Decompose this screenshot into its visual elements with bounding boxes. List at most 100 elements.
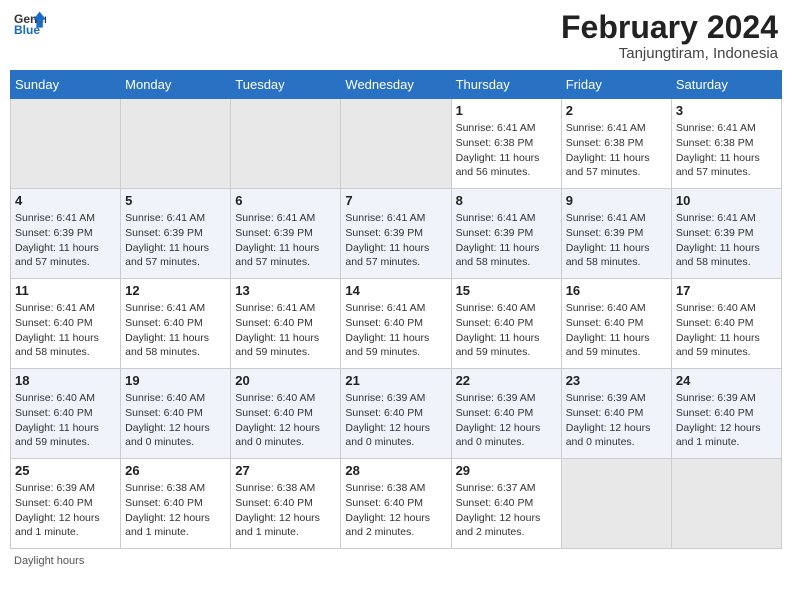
location-subtitle: Tanjungtiram, Indonesia xyxy=(561,45,778,62)
calendar-cell: 19 Sunrise: 6:40 AMSunset: 6:40 PMDaylig… xyxy=(121,369,231,459)
calendar-cell: 8 Sunrise: 6:41 AMSunset: 6:39 PMDayligh… xyxy=(451,189,561,279)
header-monday: Monday xyxy=(121,71,231,99)
day-number: 28 xyxy=(345,463,446,478)
calendar-cell: 21 Sunrise: 6:39 AMSunset: 6:40 PMDaylig… xyxy=(341,369,451,459)
svg-text:Blue: Blue xyxy=(14,23,40,37)
day-number: 2 xyxy=(566,103,667,118)
day-number: 8 xyxy=(456,193,557,208)
calendar-cell: 29 Sunrise: 6:37 AMSunset: 6:40 PMDaylig… xyxy=(451,459,561,549)
day-info: Sunrise: 6:39 AMSunset: 6:40 PMDaylight:… xyxy=(676,391,777,450)
calendar-cell: 17 Sunrise: 6:40 AMSunset: 6:40 PMDaylig… xyxy=(671,279,781,369)
day-number: 15 xyxy=(456,283,557,298)
day-number: 21 xyxy=(345,373,446,388)
day-number: 19 xyxy=(125,373,226,388)
day-number: 24 xyxy=(676,373,777,388)
header-sunday: Sunday xyxy=(11,71,121,99)
day-info: Sunrise: 6:40 AMSunset: 6:40 PMDaylight:… xyxy=(566,301,667,360)
day-number: 1 xyxy=(456,103,557,118)
calendar-cell: 11 Sunrise: 6:41 AMSunset: 6:40 PMDaylig… xyxy=(11,279,121,369)
calendar-cell: 13 Sunrise: 6:41 AMSunset: 6:40 PMDaylig… xyxy=(231,279,341,369)
day-number: 29 xyxy=(456,463,557,478)
day-info: Sunrise: 6:40 AMSunset: 6:40 PMDaylight:… xyxy=(235,391,336,450)
calendar-cell: 3 Sunrise: 6:41 AMSunset: 6:38 PMDayligh… xyxy=(671,99,781,189)
week-row-4: 18 Sunrise: 6:40 AMSunset: 6:40 PMDaylig… xyxy=(11,369,782,459)
header-tuesday: Tuesday xyxy=(231,71,341,99)
calendar-cell: 26 Sunrise: 6:38 AMSunset: 6:40 PMDaylig… xyxy=(121,459,231,549)
day-number: 13 xyxy=(235,283,336,298)
day-info: Sunrise: 6:39 AMSunset: 6:40 PMDaylight:… xyxy=(566,391,667,450)
day-number: 18 xyxy=(15,373,116,388)
calendar-cell: 27 Sunrise: 6:38 AMSunset: 6:40 PMDaylig… xyxy=(231,459,341,549)
calendar-cell: 10 Sunrise: 6:41 AMSunset: 6:39 PMDaylig… xyxy=(671,189,781,279)
day-info: Sunrise: 6:41 AMSunset: 6:39 PMDaylight:… xyxy=(125,211,226,270)
week-row-3: 11 Sunrise: 6:41 AMSunset: 6:40 PMDaylig… xyxy=(11,279,782,369)
calendar-cell: 2 Sunrise: 6:41 AMSunset: 6:38 PMDayligh… xyxy=(561,99,671,189)
day-headers-row: Sunday Monday Tuesday Wednesday Thursday… xyxy=(11,71,782,99)
header: General Blue February 2024 Tanjungtiram,… xyxy=(10,10,782,62)
calendar-cell xyxy=(671,459,781,549)
week-row-1: 1 Sunrise: 6:41 AMSunset: 6:38 PMDayligh… xyxy=(11,99,782,189)
day-number: 9 xyxy=(566,193,667,208)
logo: General Blue xyxy=(14,10,46,38)
day-info: Sunrise: 6:41 AMSunset: 6:38 PMDaylight:… xyxy=(676,121,777,180)
day-info: Sunrise: 6:41 AMSunset: 6:39 PMDaylight:… xyxy=(345,211,446,270)
calendar-table: Sunday Monday Tuesday Wednesday Thursday… xyxy=(10,70,782,549)
day-info: Sunrise: 6:38 AMSunset: 6:40 PMDaylight:… xyxy=(235,481,336,540)
day-info: Sunrise: 6:41 AMSunset: 6:39 PMDaylight:… xyxy=(676,211,777,270)
day-number: 27 xyxy=(235,463,336,478)
month-year-title: February 2024 xyxy=(561,10,778,45)
header-thursday: Thursday xyxy=(451,71,561,99)
header-saturday: Saturday xyxy=(671,71,781,99)
day-info: Sunrise: 6:41 AMSunset: 6:38 PMDaylight:… xyxy=(456,121,557,180)
day-info: Sunrise: 6:37 AMSunset: 6:40 PMDaylight:… xyxy=(456,481,557,540)
day-number: 10 xyxy=(676,193,777,208)
week-row-5: 25 Sunrise: 6:39 AMSunset: 6:40 PMDaylig… xyxy=(11,459,782,549)
title-area: February 2024 Tanjungtiram, Indonesia xyxy=(561,10,778,62)
week-row-2: 4 Sunrise: 6:41 AMSunset: 6:39 PMDayligh… xyxy=(11,189,782,279)
day-info: Sunrise: 6:41 AMSunset: 6:39 PMDaylight:… xyxy=(15,211,116,270)
day-info: Sunrise: 6:39 AMSunset: 6:40 PMDaylight:… xyxy=(345,391,446,450)
day-info: Sunrise: 6:41 AMSunset: 6:38 PMDaylight:… xyxy=(566,121,667,180)
day-number: 4 xyxy=(15,193,116,208)
day-number: 17 xyxy=(676,283,777,298)
day-info: Sunrise: 6:40 AMSunset: 6:40 PMDaylight:… xyxy=(125,391,226,450)
day-info: Sunrise: 6:41 AMSunset: 6:40 PMDaylight:… xyxy=(125,301,226,360)
day-number: 16 xyxy=(566,283,667,298)
day-info: Sunrise: 6:41 AMSunset: 6:39 PMDaylight:… xyxy=(235,211,336,270)
calendar-cell: 4 Sunrise: 6:41 AMSunset: 6:39 PMDayligh… xyxy=(11,189,121,279)
calendar-cell: 22 Sunrise: 6:39 AMSunset: 6:40 PMDaylig… xyxy=(451,369,561,459)
day-number: 6 xyxy=(235,193,336,208)
calendar-cell xyxy=(561,459,671,549)
calendar-cell: 15 Sunrise: 6:40 AMSunset: 6:40 PMDaylig… xyxy=(451,279,561,369)
day-number: 20 xyxy=(235,373,336,388)
calendar-cell: 14 Sunrise: 6:41 AMSunset: 6:40 PMDaylig… xyxy=(341,279,451,369)
calendar-cell: 25 Sunrise: 6:39 AMSunset: 6:40 PMDaylig… xyxy=(11,459,121,549)
day-number: 7 xyxy=(345,193,446,208)
day-number: 14 xyxy=(345,283,446,298)
calendar-cell: 1 Sunrise: 6:41 AMSunset: 6:38 PMDayligh… xyxy=(451,99,561,189)
day-number: 22 xyxy=(456,373,557,388)
calendar-cell: 18 Sunrise: 6:40 AMSunset: 6:40 PMDaylig… xyxy=(11,369,121,459)
calendar-cell: 12 Sunrise: 6:41 AMSunset: 6:40 PMDaylig… xyxy=(121,279,231,369)
calendar-cell: 9 Sunrise: 6:41 AMSunset: 6:39 PMDayligh… xyxy=(561,189,671,279)
calendar-cell: 6 Sunrise: 6:41 AMSunset: 6:39 PMDayligh… xyxy=(231,189,341,279)
calendar-cell xyxy=(231,99,341,189)
day-number: 12 xyxy=(125,283,226,298)
day-info: Sunrise: 6:39 AMSunset: 6:40 PMDaylight:… xyxy=(456,391,557,450)
header-friday: Friday xyxy=(561,71,671,99)
calendar-cell: 23 Sunrise: 6:39 AMSunset: 6:40 PMDaylig… xyxy=(561,369,671,459)
day-info: Sunrise: 6:41 AMSunset: 6:40 PMDaylight:… xyxy=(15,301,116,360)
day-number: 5 xyxy=(125,193,226,208)
day-info: Sunrise: 6:41 AMSunset: 6:40 PMDaylight:… xyxy=(345,301,446,360)
calendar-cell: 7 Sunrise: 6:41 AMSunset: 6:39 PMDayligh… xyxy=(341,189,451,279)
calendar-cell: 16 Sunrise: 6:40 AMSunset: 6:40 PMDaylig… xyxy=(561,279,671,369)
day-number: 25 xyxy=(15,463,116,478)
day-number: 26 xyxy=(125,463,226,478)
calendar-cell: 28 Sunrise: 6:38 AMSunset: 6:40 PMDaylig… xyxy=(341,459,451,549)
day-info: Sunrise: 6:40 AMSunset: 6:40 PMDaylight:… xyxy=(676,301,777,360)
day-number: 3 xyxy=(676,103,777,118)
calendar-cell: 24 Sunrise: 6:39 AMSunset: 6:40 PMDaylig… xyxy=(671,369,781,459)
day-info: Sunrise: 6:38 AMSunset: 6:40 PMDaylight:… xyxy=(345,481,446,540)
calendar-cell xyxy=(341,99,451,189)
daylight-label: Daylight hours xyxy=(14,555,84,567)
